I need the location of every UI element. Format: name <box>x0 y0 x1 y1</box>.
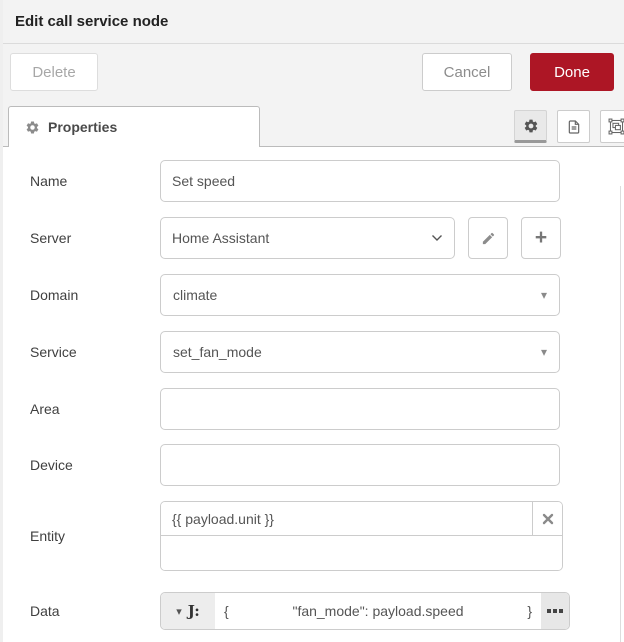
data-expression-text: "fan_mode": payload.speed <box>292 603 464 619</box>
domain-combobox[interactable]: climate ▾ <box>160 274 560 316</box>
area-label: Area <box>30 401 60 417</box>
expand-expression-button[interactable] <box>541 593 569 629</box>
domain-value: climate <box>173 287 218 303</box>
gear-icon <box>25 120 40 135</box>
ellipsis-icon <box>559 609 563 613</box>
appearance-panel-button[interactable] <box>600 110 624 143</box>
triangle-down-icon: ▾ <box>540 345 547 359</box>
edit-server-button[interactable] <box>468 217 508 259</box>
tab-properties-label: Properties <box>48 119 118 135</box>
document-icon <box>566 119 582 135</box>
name-label: Name <box>30 173 68 189</box>
gear-icon <box>523 118 539 134</box>
area-row: Area <box>30 388 624 430</box>
ellipsis-icon <box>553 609 557 613</box>
jsonata-type-icon: J: <box>187 602 200 620</box>
panel-buttons <box>514 110 624 143</box>
description-panel-button[interactable] <box>557 110 590 143</box>
area-input[interactable] <box>160 388 560 430</box>
close-brace: } <box>527 603 532 619</box>
service-label: Service <box>30 344 77 360</box>
entity-row: Entity <box>30 501 624 571</box>
triangle-down-icon: ▾ <box>176 605 182 618</box>
properties-form: Name Server Home Assistant + Domain <box>0 147 624 630</box>
entity-input[interactable] <box>161 502 532 535</box>
service-combobox[interactable]: set_fan_mode ▾ <box>160 331 560 373</box>
device-row: Device <box>30 444 624 486</box>
dialog-toolbar: Delete Cancel Done <box>0 44 624 100</box>
name-input[interactable] <box>160 160 560 202</box>
data-expression-input[interactable]: { "fan_mode": payload.speed } <box>215 593 541 629</box>
tab-bar: Properties <box>0 100 624 147</box>
entity-label: Entity <box>30 528 66 544</box>
dialog-title: Edit call service node <box>15 13 169 30</box>
edit-node-dialog: Edit call service node Delete Cancel Don… <box>0 0 624 642</box>
remove-entity-button[interactable] <box>532 502 562 535</box>
domain-row: Domain climate ▾ <box>30 274 624 316</box>
cancel-button[interactable]: Cancel <box>422 53 512 91</box>
entity-list-item <box>161 502 562 536</box>
x-icon <box>542 513 554 525</box>
device-label: Device <box>30 457 73 473</box>
data-label: Data <box>30 603 60 619</box>
ellipsis-icon <box>547 609 551 613</box>
server-select[interactable]: Home Assistant <box>160 217 455 259</box>
server-select-value: Home Assistant <box>172 230 270 246</box>
data-typed-input: ▾ J: { "fan_mode": payload.speed } <box>160 592 570 630</box>
done-button[interactable]: Done <box>530 53 614 91</box>
server-label: Server <box>30 230 72 246</box>
tray-left-edge <box>0 0 3 642</box>
entity-list <box>160 501 563 571</box>
data-row: Data ▾ J: { "fan_mode": payload.speed } <box>30 592 624 630</box>
service-row: Service set_fan_mode ▾ <box>30 331 624 373</box>
data-type-selector[interactable]: ▾ J: <box>161 593 215 629</box>
device-input[interactable] <box>160 444 560 486</box>
triangle-down-icon: ▾ <box>540 288 547 302</box>
domain-label: Domain <box>30 287 79 303</box>
properties-panel-button[interactable] <box>514 110 547 143</box>
delete-button[interactable]: Delete <box>10 53 98 91</box>
pencil-icon <box>481 231 496 246</box>
plus-icon: + <box>534 225 548 249</box>
chevron-down-icon <box>431 234 443 242</box>
object-group-icon <box>608 118 624 135</box>
entity-list-empty-row[interactable] <box>161 536 562 570</box>
server-row: Server Home Assistant + <box>30 217 624 259</box>
tab-properties[interactable]: Properties <box>8 106 260 147</box>
add-server-button[interactable]: + <box>521 217 561 259</box>
name-row: Name <box>30 160 624 202</box>
service-value: set_fan_mode <box>173 344 262 360</box>
dialog-header: Edit call service node <box>0 0 624 44</box>
scrollbar-track[interactable] <box>620 186 621 642</box>
open-brace: { <box>224 603 229 619</box>
